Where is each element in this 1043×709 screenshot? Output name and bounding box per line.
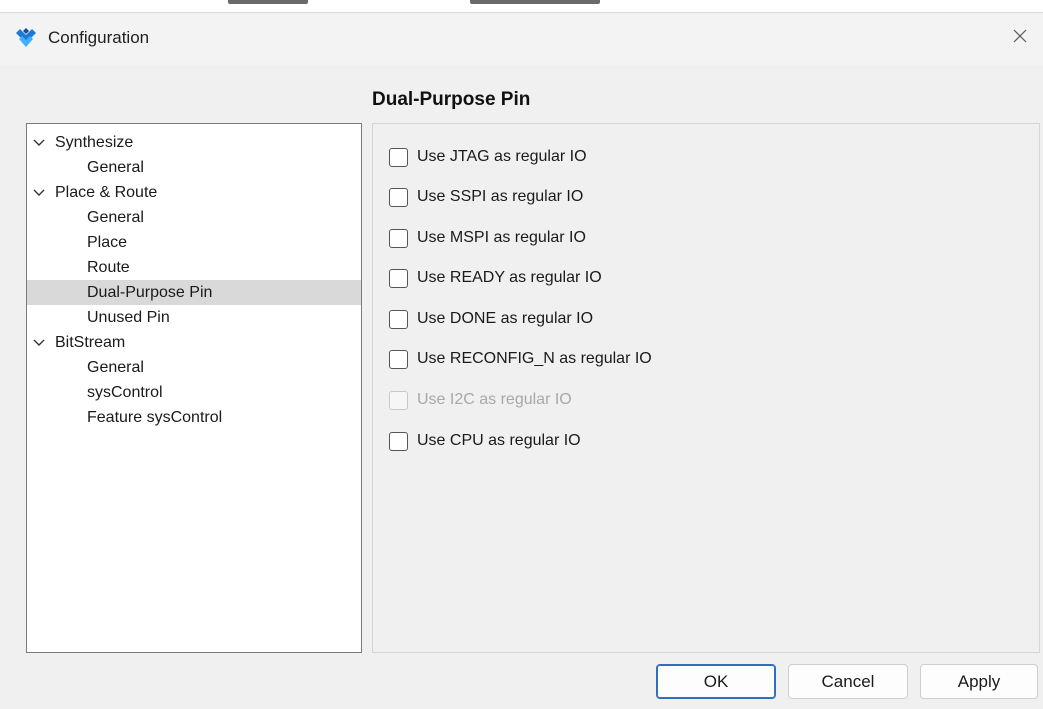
tree-group-2[interactable]: BitStream bbox=[27, 330, 361, 355]
tree-group-1[interactable]: Place & Route bbox=[27, 180, 361, 205]
chevron-down-icon[interactable] bbox=[33, 338, 45, 348]
option-label: Use JTAG as regular IO bbox=[417, 148, 587, 165]
ok-button[interactable]: OK bbox=[656, 664, 776, 699]
option-checkbox-row[interactable]: Use CPU as regular IO bbox=[389, 429, 581, 453]
option-label: Use SSPI as regular IO bbox=[417, 188, 584, 205]
tree-item-label: sysControl bbox=[87, 384, 163, 401]
tree-item[interactable]: Place bbox=[27, 230, 361, 255]
option-label: Use DONE as regular IO bbox=[417, 310, 594, 327]
checkbox[interactable] bbox=[389, 309, 408, 329]
tree-item-label: Feature sysControl bbox=[87, 409, 223, 426]
tree-group-label: Place & Route bbox=[55, 184, 158, 201]
close-icon bbox=[1013, 29, 1027, 43]
cancel-button[interactable]: Cancel bbox=[788, 664, 908, 699]
option-checkbox-row[interactable]: Use READY as regular IO bbox=[389, 266, 602, 290]
option-label: Use I2C as regular IO bbox=[417, 391, 572, 408]
option-checkbox-row[interactable]: Use JTAG as regular IO bbox=[389, 145, 587, 169]
tree-item-label: Place bbox=[87, 234, 128, 251]
tree-group-label: BitStream bbox=[55, 334, 126, 351]
option-checkbox-row[interactable]: Use DONE as regular IO bbox=[389, 307, 593, 331]
gowin-logo-icon bbox=[14, 27, 38, 49]
option-label: Use READY as regular IO bbox=[417, 269, 602, 286]
tree-item[interactable]: sysControl bbox=[27, 380, 361, 405]
tree-item-label: Dual-Purpose Pin bbox=[87, 284, 213, 301]
window-title: Configuration bbox=[48, 28, 150, 47]
checkbox[interactable] bbox=[389, 349, 408, 369]
tree-item[interactable]: General bbox=[27, 205, 361, 230]
tree-item[interactable]: Route bbox=[27, 255, 361, 280]
checkbox bbox=[389, 390, 408, 410]
tree-item[interactable]: Unused Pin bbox=[27, 305, 361, 330]
chevron-down-icon[interactable] bbox=[33, 138, 45, 148]
option-checkbox-row[interactable]: Use RECONFIG_N as regular IO bbox=[389, 347, 652, 371]
tree-item[interactable]: Feature sysControl bbox=[27, 405, 361, 430]
tree-group-label: Synthesize bbox=[55, 134, 134, 151]
option-label: Use RECONFIG_N as regular IO bbox=[417, 350, 652, 367]
apply-button[interactable]: Apply bbox=[920, 664, 1038, 699]
option-checkbox-row[interactable]: Use MSPI as regular IO bbox=[389, 226, 586, 250]
checkbox[interactable] bbox=[389, 431, 408, 451]
tree-item-label: General bbox=[87, 159, 144, 176]
checkbox[interactable] bbox=[389, 228, 408, 248]
tree-item-label: Unused Pin bbox=[87, 309, 170, 326]
checkbox[interactable] bbox=[389, 268, 408, 288]
chevron-down-icon[interactable] bbox=[33, 188, 45, 198]
title-bar[interactable]: Configuration bbox=[0, 13, 1043, 65]
background-window-strip bbox=[0, 0, 1043, 12]
close-button[interactable] bbox=[997, 13, 1043, 59]
tree-item[interactable]: Dual-Purpose Pin bbox=[27, 280, 361, 305]
checkbox[interactable] bbox=[389, 187, 408, 207]
option-label: Use MSPI as regular IO bbox=[417, 229, 586, 246]
background-fragment bbox=[228, 0, 308, 4]
tree-item[interactable]: General bbox=[27, 155, 361, 180]
background-fragment bbox=[470, 0, 600, 4]
tree-item-label: General bbox=[87, 209, 144, 226]
tree-item[interactable]: General bbox=[27, 355, 361, 380]
tree-item-label: Route bbox=[87, 259, 130, 276]
configuration-dialog: Configuration Dual-Purpose Pin Synthesiz… bbox=[0, 12, 1043, 709]
options-panel: Use JTAG as regular IO Use SSPI as regula… bbox=[372, 123, 1040, 653]
option-checkbox-row: Use I2C as regular IO bbox=[389, 388, 572, 412]
option-label: Use CPU as regular IO bbox=[417, 432, 581, 449]
option-checkbox-row[interactable]: Use SSPI as regular IO bbox=[389, 185, 583, 209]
page-title: Dual-Purpose Pin bbox=[372, 89, 531, 110]
tree-group-0[interactable]: Synthesize bbox=[27, 130, 361, 155]
checkbox[interactable] bbox=[389, 147, 408, 167]
settings-tree[interactable]: Synthesize General Place & Route General Pla… bbox=[26, 123, 362, 653]
tree-item-label: General bbox=[87, 359, 144, 376]
